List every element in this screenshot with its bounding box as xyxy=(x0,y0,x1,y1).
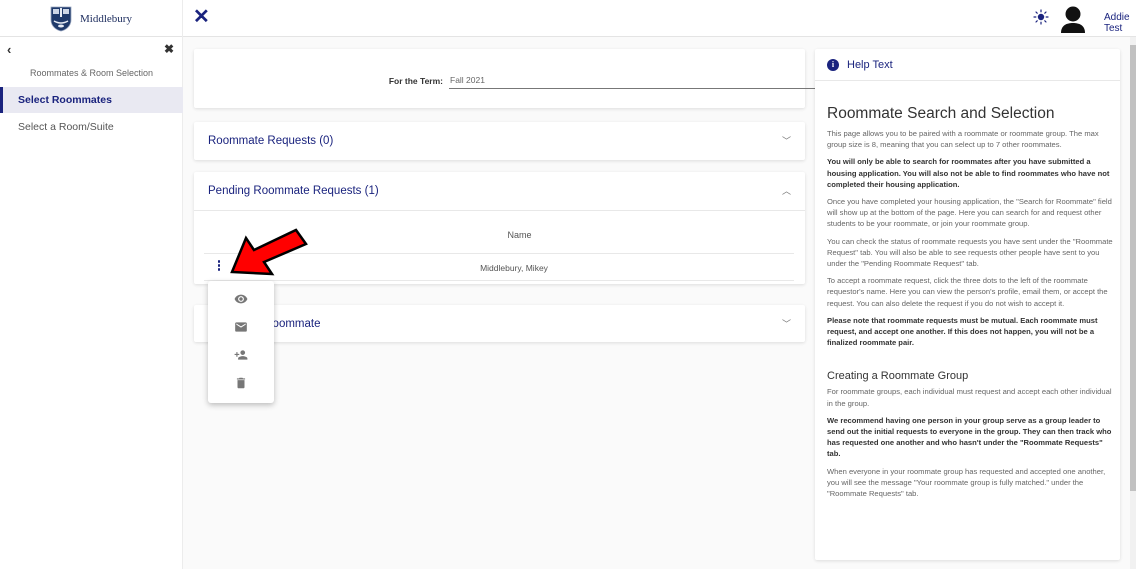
search-roommate-panel: Search for Roommate ﹀ xyxy=(194,305,805,342)
person-icon[interactable] xyxy=(1057,4,1089,34)
page-scrollbar[interactable] xyxy=(1130,37,1136,569)
logo-text: Middlebury xyxy=(80,12,132,25)
help-body: Roommate Search and Selection This page … xyxy=(827,105,1113,505)
roommate-requests-header[interactable]: Roommate Requests (0) ﹀ xyxy=(194,122,805,160)
term-value: Fall 2021 xyxy=(450,75,485,85)
close-icon[interactable]: ✕ xyxy=(193,7,210,27)
term-card: For the Term: Fall 2021 xyxy=(194,49,861,108)
help-heading: Roommate Search and Selection xyxy=(827,105,1055,122)
user-name-link[interactable]: Addie Test xyxy=(1104,12,1136,34)
more-vert-icon[interactable] xyxy=(216,260,222,274)
sun-icon[interactable] xyxy=(1033,9,1049,25)
term-label: For the Term: xyxy=(388,76,443,86)
roommate-requests-panel: Roommate Requests (0) ﹀ xyxy=(194,122,805,160)
help-card: i Help Text Roommate Search and Selectio… xyxy=(815,49,1120,560)
sidebar: ‹ ✖ Roommates & Room Selection Select Ro… xyxy=(0,37,183,569)
search-roommate-header[interactable]: Search for Roommate ﹀ xyxy=(194,305,805,343)
help-title: Help Text xyxy=(847,59,893,71)
mail-icon xyxy=(235,322,247,332)
help-subheading: Creating a Roommate Group xyxy=(827,370,969,383)
email-menu-item[interactable] xyxy=(208,313,274,341)
scrollbar-thumb[interactable] xyxy=(1130,45,1136,491)
chevron-down-icon: ﹀ xyxy=(781,319,791,329)
table-row: Middlebury, Mikey xyxy=(480,263,548,273)
help-paragraph: You can check the status of roommate req… xyxy=(827,236,1113,269)
accept-request-menu-item[interactable] xyxy=(208,341,274,369)
middlebury-crest-icon xyxy=(50,6,72,31)
term-select[interactable]: Fall 2021 xyxy=(449,71,861,89)
divider xyxy=(194,210,805,211)
panel-title: Pending Roommate Requests (1) xyxy=(208,185,379,197)
help-paragraph: You will only be able to search for room… xyxy=(827,157,1110,189)
help-paragraph: This page allows you to be paired with a… xyxy=(827,129,1099,150)
person-add-icon xyxy=(234,350,248,360)
help-paragraph: To accept a roommate request, click the … xyxy=(827,276,1108,308)
close-icon[interactable]: ✖ xyxy=(164,42,174,56)
panel-title: Roommate Requests (0) xyxy=(208,135,334,147)
pending-requests-header[interactable]: Pending Roommate Requests (1) ︿ xyxy=(194,172,805,210)
sidebar-item-select-room-suite[interactable]: Select a Room/Suite xyxy=(0,114,183,140)
eye-icon xyxy=(234,294,248,304)
help-paragraph: Please note that roommate requests must … xyxy=(827,315,1098,348)
help-header: i Help Text xyxy=(815,49,1120,81)
top-bar: Middlebury ✕ Addie Test xyxy=(0,0,1136,37)
annotation-arrow-icon xyxy=(230,228,308,276)
chevron-down-icon: ﹀ xyxy=(781,136,791,146)
help-paragraph: We recommend having one person in your g… xyxy=(827,415,1112,459)
help-paragraph: For roommate groups, each individual mus… xyxy=(827,387,1112,408)
row-action-menu xyxy=(208,281,274,403)
sidebar-section-title: Roommates & Room Selection xyxy=(29,68,154,78)
chevron-up-icon: ︿ xyxy=(781,186,791,196)
chevron-left-icon[interactable]: ‹ xyxy=(7,42,11,57)
delete-request-menu-item[interactable] xyxy=(208,369,274,397)
sidebar-item-select-roommates[interactable]: Select Roommates xyxy=(0,87,183,113)
help-paragraph: When everyone in your roommate group has… xyxy=(827,466,1106,499)
info-icon: i xyxy=(827,59,839,71)
help-paragraph: Once you have completed your housing app… xyxy=(827,197,1112,229)
logo[interactable]: Middlebury xyxy=(0,0,183,37)
trash-icon xyxy=(236,377,246,389)
view-profile-menu-item[interactable] xyxy=(208,285,274,313)
